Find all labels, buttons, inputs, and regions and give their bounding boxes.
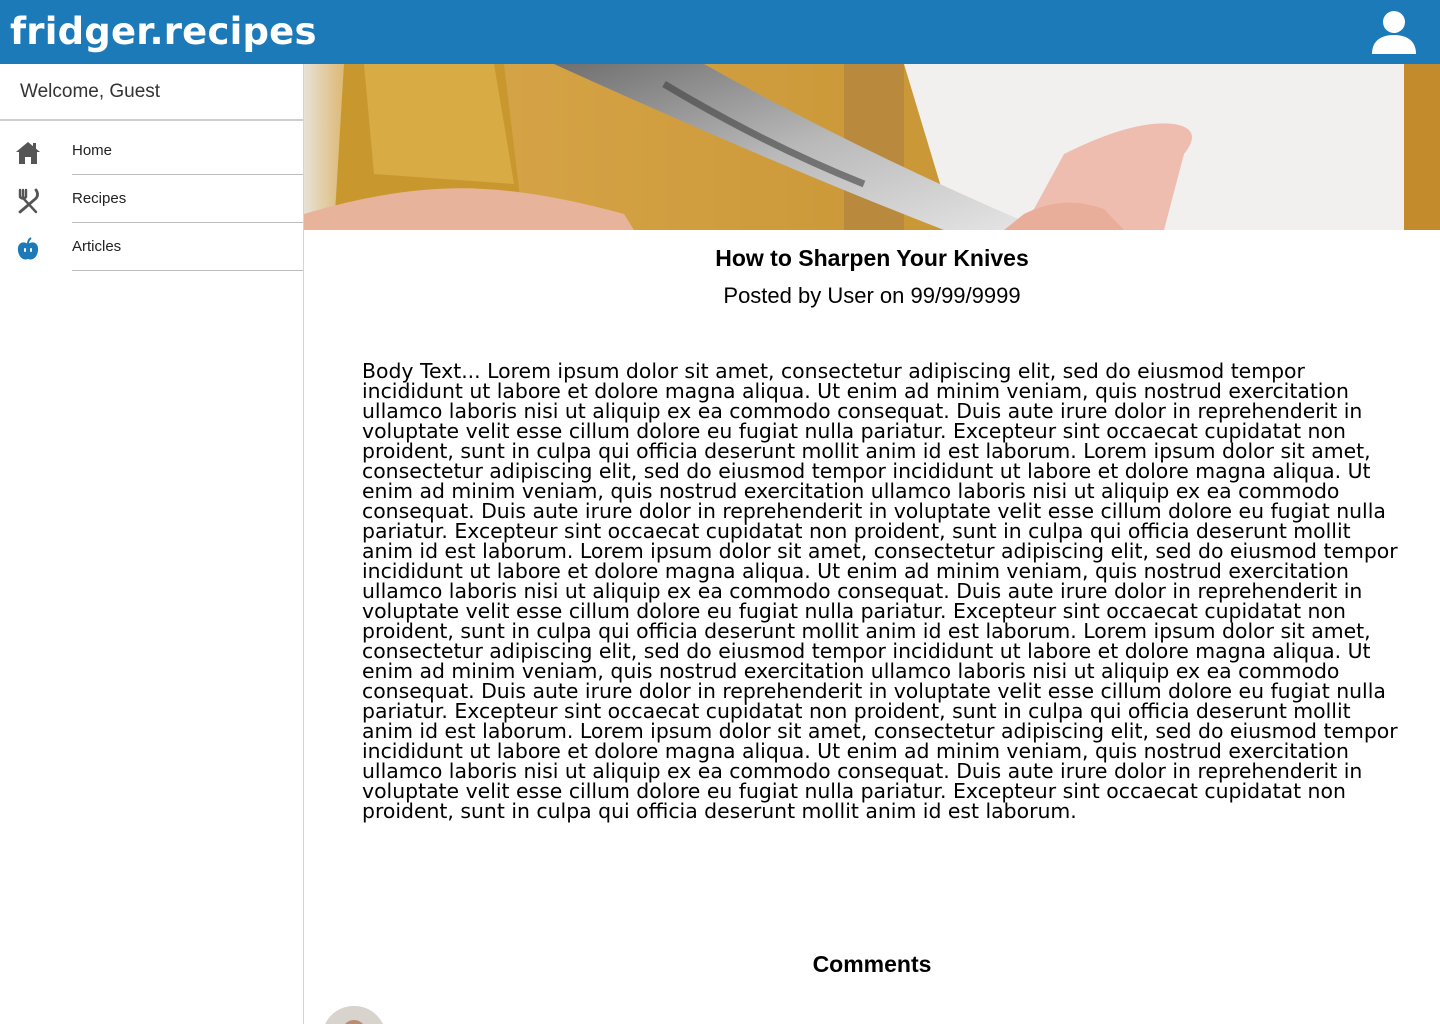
brand-logo[interactable]: fridger.recipes [10,8,317,56]
sidebar-item-label: Recipes [72,175,303,223]
account-button[interactable] [1370,8,1418,56]
welcome-text: Welcome, Guest [0,64,303,121]
article-body: Body Text... Lorem ipsum dolor sit amet,… [362,359,1398,823]
sidebar-item-label: Articles [72,223,303,271]
sidebar-item-articles[interactable]: Articles [0,223,303,271]
sidebar: Welcome, Guest Home Recipes Articles [0,64,304,1024]
sidebar-item-home[interactable]: Home [0,127,303,175]
article-meta: Posted by User on 99/99/9999 [723,283,1021,308]
apple-icon [17,237,39,260]
user-icon [1372,11,1416,54]
hero-image [304,64,1440,230]
top-app-bar: fridger.recipes [0,0,1440,64]
article-title: How to Sharpen Your Knives [715,245,1029,271]
sidebar-item-label: Home [72,127,303,175]
avatar[interactable] [322,1006,386,1024]
home-icon [16,142,40,164]
comments-heading: Comments [812,951,932,977]
utensils-icon [18,188,39,214]
sidebar-item-recipes[interactable]: Recipes [0,175,303,223]
